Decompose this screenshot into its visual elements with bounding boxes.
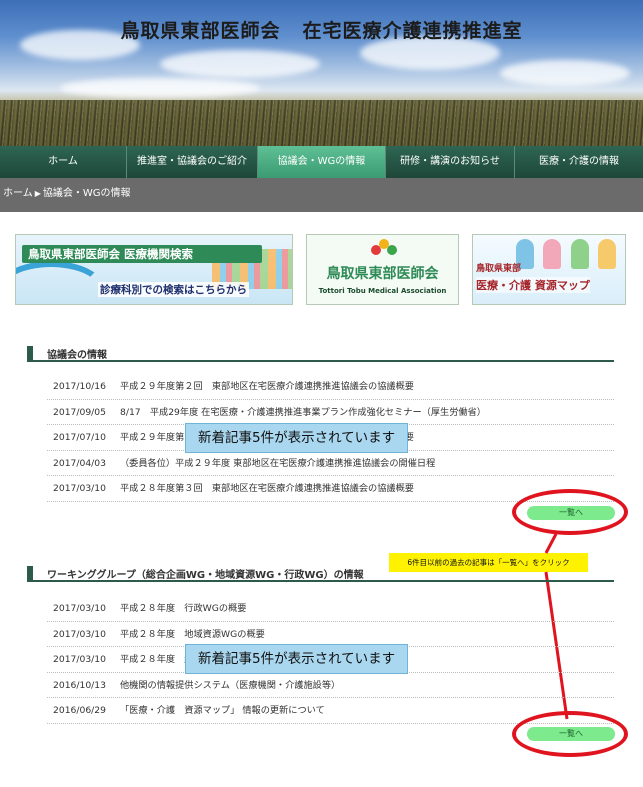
news-title[interactable]: 他機関の情報提供システム（医療機関・介護施設等）: [120, 680, 340, 691]
news-row[interactable]: 2016/10/13 他機関の情報提供システム（医療機関・介護施設等）: [47, 673, 614, 698]
news-date: 2017/03/10: [53, 603, 106, 614]
news-date: 2017/03/10: [53, 628, 106, 640]
callout-new-articles-2: 新着記事5件が表示されています: [185, 644, 409, 674]
news-date: 2016/06/29: [53, 705, 106, 716]
news-title[interactable]: 「医療・介護 資源マップ」 情報の更新について: [120, 705, 325, 716]
heading-marker-icon: [27, 566, 33, 580]
highlight-ring-2: [512, 711, 628, 757]
news-date: 2017/03/10: [53, 654, 106, 665]
news-date: 2016/10/13: [53, 679, 106, 691]
section-wg-heading: ワーキンググループ（総合企画WG・地域資源WG・行政WG）の情報: [27, 566, 614, 582]
news-title[interactable]: 平成２８年度 地域資源WGの概要: [120, 629, 265, 640]
section-wg-title: ワーキンググループ（総合企画WG・地域資源WG・行政WG）の情報: [47, 570, 364, 581]
news-title[interactable]: 平成２８年度 行政WGの概要: [120, 603, 246, 614]
connector-line-upper: [544, 533, 558, 554]
news-row[interactable]: 2017/03/10 平成２８年度 行政WGの概要: [47, 596, 614, 622]
